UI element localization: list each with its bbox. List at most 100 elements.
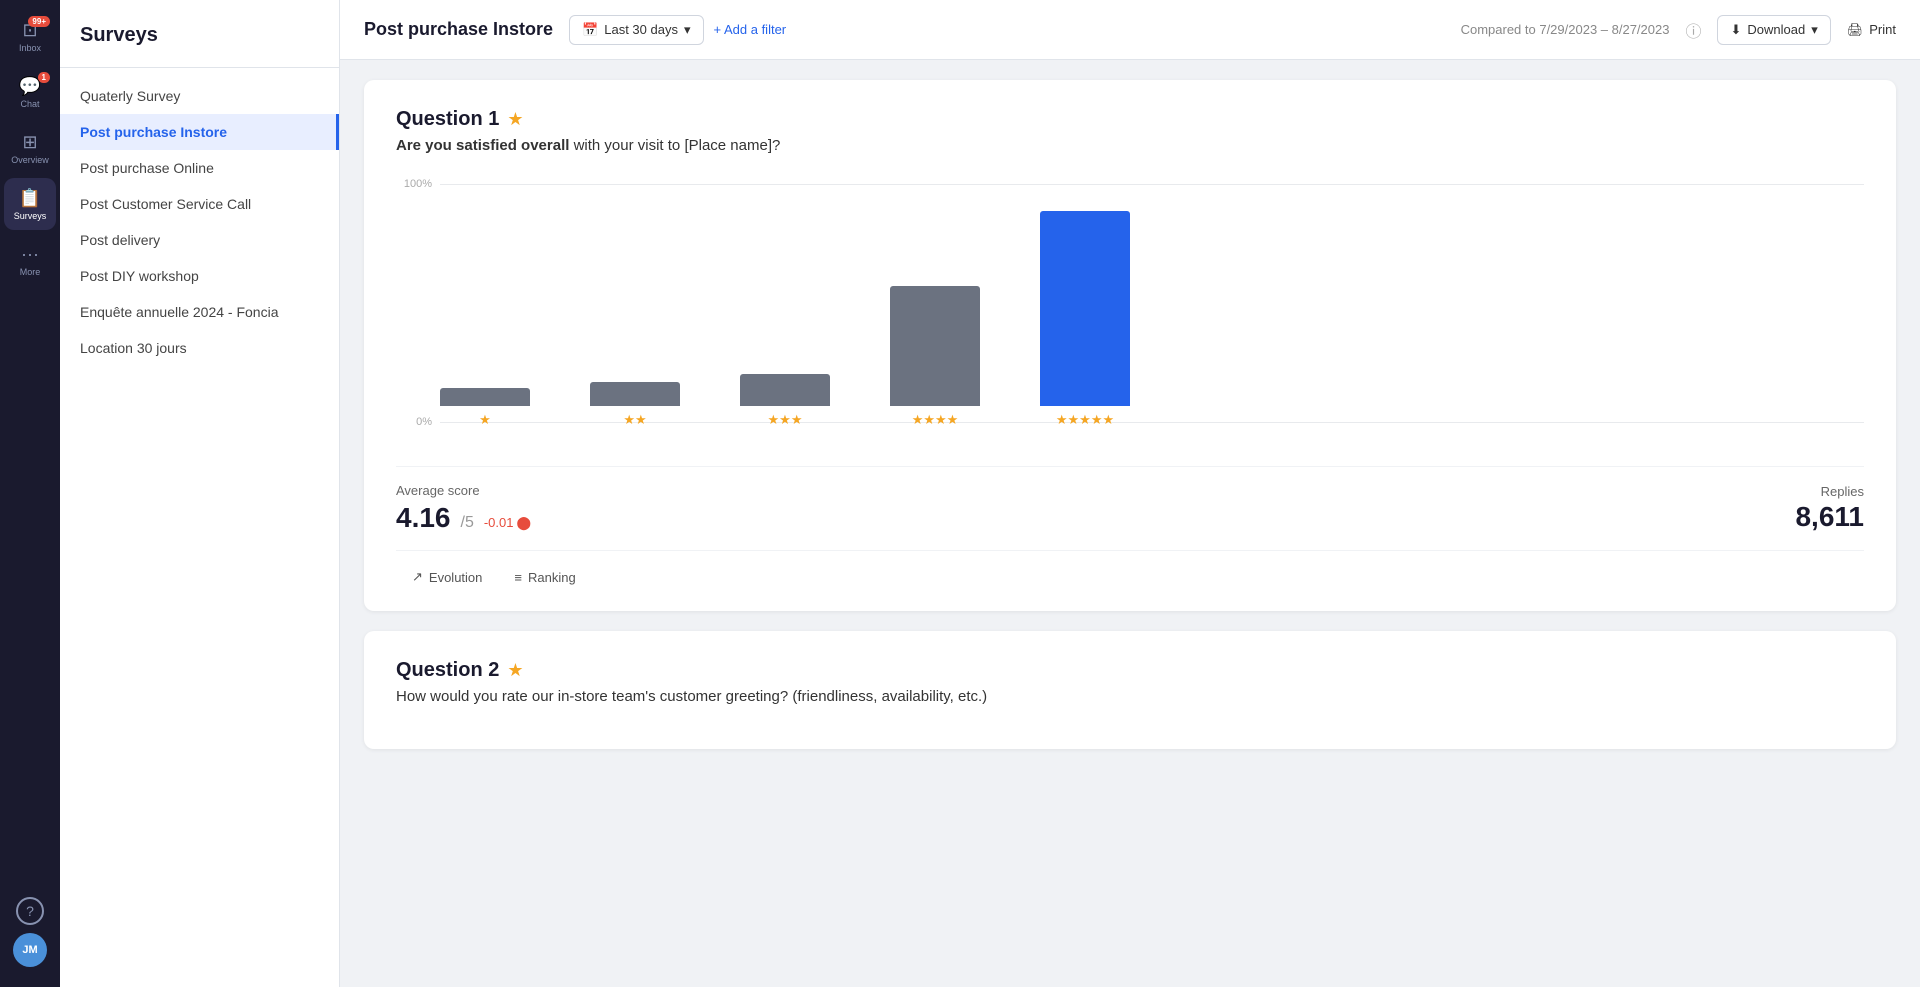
- print-button[interactable]: 🖨 Print: [1847, 22, 1896, 38]
- sidebar-item-post-purchase-online[interactable]: Post purchase Online: [60, 150, 339, 186]
- bar-5star: [1040, 211, 1130, 406]
- header-right: Compared to 7/29/2023 – 8/27/2023 ⓘ ⬇ Do…: [1461, 15, 1896, 45]
- question-1-card: Question 1 ★ Are you satisfied overall w…: [364, 80, 1896, 611]
- nav-label-overview: Overview: [11, 155, 49, 165]
- comparison-text: Compared to 7/29/2023 – 8/27/2023: [1461, 22, 1670, 37]
- sidebar-item-post-customer-service[interactable]: Post Customer Service Call: [60, 186, 339, 222]
- print-label: Print: [1869, 22, 1896, 37]
- nav-item-more[interactable]: ··· More: [4, 234, 56, 286]
- content-area: Question 1 ★ Are you satisfied overall w…: [340, 60, 1920, 987]
- bar-label-2star: ★★: [623, 412, 646, 428]
- download-button[interactable]: ⬇ Download ▾: [1717, 15, 1830, 45]
- bar-group-2star: ★★: [590, 382, 680, 428]
- sidebar-item-post-purchase-instore[interactable]: Post purchase Instore: [60, 114, 339, 150]
- question-2-star: ★: [507, 660, 523, 681]
- nav-item-overview[interactable]: ⊞ Overview: [4, 122, 56, 174]
- replies-section: Replies 8,611: [1795, 484, 1864, 533]
- bar-group-3star: ★★★: [740, 374, 830, 428]
- avatar-label: JM: [22, 944, 37, 956]
- chat-badge: 1: [38, 72, 50, 83]
- gridline-label-100: 100%: [396, 178, 432, 190]
- help-button[interactable]: ?: [16, 897, 44, 925]
- chevron-down-icon: ▾: [1811, 22, 1818, 38]
- question-2-header: Question 2 ★: [396, 659, 1864, 682]
- avg-denom: /5: [461, 514, 474, 532]
- question-1-tabs: ↗ Evolution ≡ Ranking: [396, 550, 1864, 591]
- nav-label-inbox: Inbox: [19, 43, 41, 53]
- sidebar: Surveys Quaterly Survey Post purchase In…: [60, 0, 340, 987]
- bar-group-4star: ★★★★: [890, 286, 980, 428]
- question-1-text: Are you satisfied overall with your visi…: [396, 137, 1864, 154]
- surveys-icon: 📋: [19, 188, 41, 209]
- nav-item-chat[interactable]: 💬 Chat 1: [4, 66, 56, 118]
- question-2-card: Question 2 ★ How would you rate our in-s…: [364, 631, 1896, 749]
- nav-label-chat: Chat: [20, 99, 39, 109]
- nav-label-more: More: [20, 267, 41, 277]
- ranking-icon: ≡: [514, 570, 522, 585]
- chevron-down-icon: ▾: [684, 22, 691, 38]
- nav-label-surveys: Surveys: [14, 211, 47, 221]
- chart-bars: ★ ★★ ★★★ ★★★★: [440, 178, 1864, 428]
- question-1-header: Question 1 ★: [396, 108, 1864, 131]
- icon-navigation: ⊡ Inbox 99+ 💬 Chat 1 ⊞ Overview 📋 Survey…: [0, 0, 60, 987]
- sidebar-item-location-30[interactable]: Location 30 jours: [60, 330, 339, 366]
- header-left: Post purchase Instore 📅 Last 30 days ▾ +…: [364, 15, 786, 45]
- bar-label-5star: ★★★★★: [1056, 412, 1114, 428]
- avg-label: Average score: [396, 483, 531, 498]
- ranking-label: Ranking: [528, 570, 576, 585]
- bar-group-1star: ★: [440, 388, 530, 428]
- bar-label-4star: ★★★★: [912, 412, 959, 428]
- sidebar-item-post-diy[interactable]: Post DIY workshop: [60, 258, 339, 294]
- avg-change-value: -0.01: [484, 515, 514, 530]
- evolution-icon: ↗: [412, 569, 423, 585]
- sidebar-item-quarterly[interactable]: Quaterly Survey: [60, 78, 339, 114]
- ranking-tab[interactable]: ≡ Ranking: [498, 563, 591, 591]
- question-2-number: Question 2: [396, 659, 499, 682]
- add-filter-button[interactable]: + Add a filter: [714, 22, 787, 37]
- gridline-label-0: 0%: [396, 416, 432, 428]
- question-1-chart: 100% 0% ★ ★★: [396, 178, 1864, 458]
- calendar-icon: 📅: [582, 22, 598, 38]
- sidebar-title: Surveys: [60, 0, 339, 68]
- add-filter-label: + Add a filter: [714, 22, 787, 37]
- main-content: Post purchase Instore 📅 Last 30 days ▾ +…: [340, 0, 1920, 987]
- download-label: Download: [1747, 22, 1805, 37]
- nav-item-inbox[interactable]: ⊡ Inbox 99+: [4, 10, 56, 62]
- bar-1star: [440, 388, 530, 406]
- avatar[interactable]: JM: [13, 933, 47, 967]
- sidebar-item-enquete-annuelle[interactable]: Enquête annuelle 2024 - Foncia: [60, 294, 339, 330]
- bar-4star: [890, 286, 980, 406]
- date-filter-label: Last 30 days: [604, 22, 678, 37]
- question-1-suffix: with your visit to [Place name]?: [569, 137, 780, 154]
- help-icon: ?: [26, 903, 34, 919]
- question-1-number: Question 1: [396, 108, 499, 131]
- download-icon: ⬇: [1730, 22, 1741, 38]
- overview-icon: ⊞: [22, 132, 37, 153]
- nav-item-surveys[interactable]: 📋 Surveys: [4, 178, 56, 230]
- bar-3star: [740, 374, 830, 406]
- stats-row: Average score 4.16 /5 -0.01 ⬤ Replies 8,…: [396, 466, 1864, 534]
- page-header: Post purchase Instore 📅 Last 30 days ▾ +…: [340, 0, 1920, 60]
- avg-change-icon: ⬤: [516, 515, 531, 531]
- help-info-icon[interactable]: ⓘ: [1685, 18, 1701, 42]
- replies-label: Replies: [1821, 484, 1864, 499]
- bar-label-3star: ★★★: [768, 412, 803, 428]
- sidebar-item-post-delivery[interactable]: Post delivery: [60, 222, 339, 258]
- avg-value: 4.16: [396, 502, 451, 534]
- avg-score-section: Average score 4.16 /5 -0.01 ⬤: [396, 483, 531, 534]
- bar-label-1star: ★: [479, 412, 491, 428]
- question-2-text: How would you rate our in-store team's c…: [396, 688, 1864, 705]
- date-filter-button[interactable]: 📅 Last 30 days ▾: [569, 15, 703, 45]
- question-1-bold: Are you satisfied overall: [396, 137, 569, 154]
- page-title: Post purchase Instore: [364, 19, 553, 40]
- bar-2star: [590, 382, 680, 406]
- more-icon: ···: [21, 244, 39, 265]
- filter-bar: 📅 Last 30 days ▾ + Add a filter: [569, 15, 786, 45]
- bar-group-5star: ★★★★★: [1040, 211, 1130, 428]
- question-1-star: ★: [507, 109, 523, 130]
- avg-value-row: 4.16 /5 -0.01 ⬤: [396, 502, 531, 534]
- evolution-label: Evolution: [429, 570, 482, 585]
- replies-value: 8,611: [1795, 501, 1864, 533]
- avg-change: -0.01 ⬤: [484, 515, 531, 531]
- evolution-tab[interactable]: ↗ Evolution: [396, 563, 498, 591]
